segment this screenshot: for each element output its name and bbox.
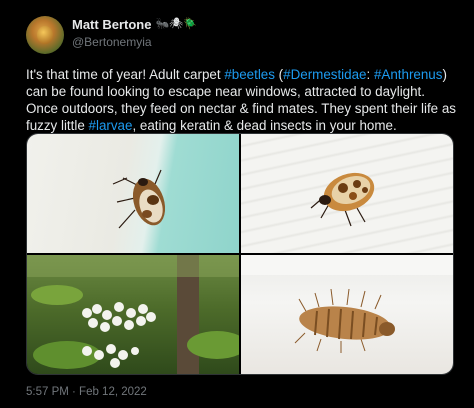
photo-beetle-wood[interactable] <box>241 134 453 253</box>
beetle-larva-photo <box>241 255 453 353</box>
hashtag-beetles-link[interactable]: #beetles <box>224 67 275 82</box>
carpet-beetle-on-wood-photo <box>310 172 375 227</box>
tweet-text: It's that time of year! Adult carpet #be… <box>26 66 458 134</box>
white-flowers-photo <box>27 255 239 374</box>
tweet-timestamp[interactable]: 5:57 PM · Feb 12, 2022 <box>26 386 147 398</box>
tweet-text-segment: : <box>366 67 374 82</box>
tweet[interactable]: Matt Bertone 🐜🕷🪲 @Bertonemyia It's that … <box>0 0 474 408</box>
author-handle[interactable]: @Bertonemyia <box>72 35 152 49</box>
hashtag-dermestidae-link[interactable]: #Dermestidae <box>283 67 366 82</box>
hashtag-anthrenus-link[interactable]: #Anthrenus <box>374 67 443 82</box>
tweet-text-segment: It's that time of year! Adult carpet <box>26 67 225 82</box>
author-display-name[interactable]: Matt Bertone <box>72 17 151 32</box>
tweet-text-segment: ( <box>274 67 284 82</box>
hashtag-larvae-link[interactable]: #larvae <box>89 118 133 133</box>
photo-larva[interactable] <box>241 255 453 374</box>
carpet-beetle-on-window-photo <box>112 169 166 229</box>
tweet-text-segment: , eating keratin & dead insects in your … <box>132 118 397 133</box>
beetle-icon <box>37 26 53 44</box>
insect-emoji-icons: 🐜🕷🪲 <box>155 18 197 30</box>
avatar[interactable] <box>26 16 64 54</box>
author-name-row: Matt Bertone 🐜🕷🪲 <box>72 17 197 32</box>
photo-flowers[interactable] <box>27 255 239 374</box>
photo-beetle-window[interactable] <box>27 134 239 253</box>
media-grid <box>26 133 454 375</box>
